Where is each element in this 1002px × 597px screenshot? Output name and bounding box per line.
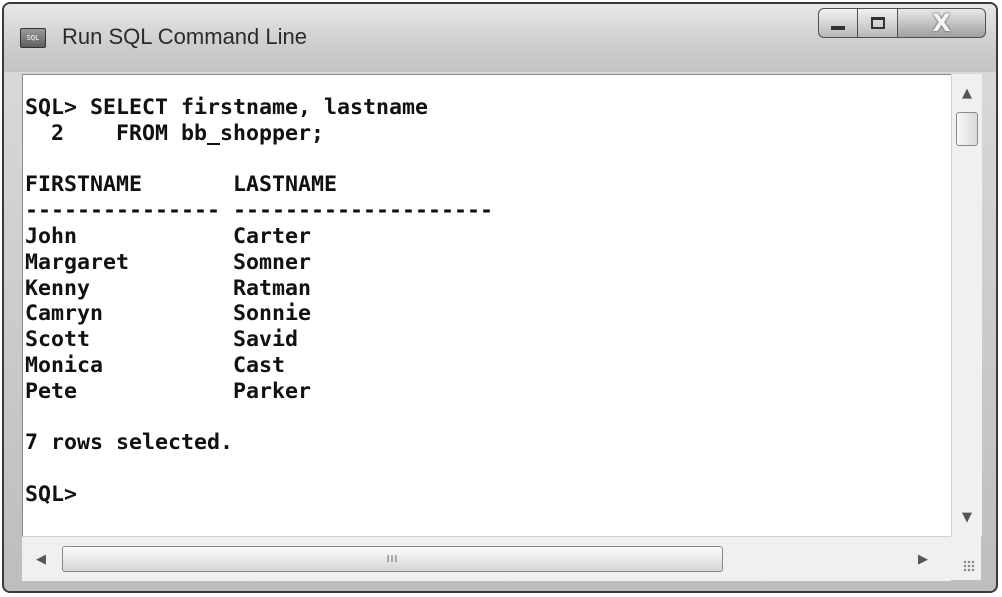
scroll-right-icon[interactable]: ▶ xyxy=(906,537,940,581)
resize-grip-icon xyxy=(963,560,975,572)
console-line: Monica Cast xyxy=(25,352,286,378)
vertical-scrollbar[interactable]: ▲ ▼ xyxy=(951,74,982,536)
console-line: --------------- -------------------- xyxy=(25,198,494,224)
maximize-button[interactable] xyxy=(858,8,898,38)
close-button[interactable]: X xyxy=(898,8,986,38)
window-title: Run SQL Command Line xyxy=(62,24,307,49)
horizontal-scroll-thumb[interactable]: III xyxy=(62,546,723,572)
console-line: SQL> SELECT firstname, lastname xyxy=(25,95,429,120)
resize-grip[interactable] xyxy=(951,536,981,580)
console-output[interactable]: SQL> SELECT firstname, lastname 2 FROM b… xyxy=(22,74,952,537)
scroll-down-icon[interactable]: ▼ xyxy=(952,500,982,534)
thumb-grip-icon: III xyxy=(386,553,399,565)
console-line: SQL> xyxy=(25,481,78,507)
maximize-icon xyxy=(870,17,885,29)
console-line: Scott Savid xyxy=(25,327,299,353)
console-line: FIRSTNAME LASTNAME xyxy=(25,172,338,198)
scroll-left-icon[interactable]: ◀ xyxy=(24,537,58,581)
console-text: SQL> SELECT firstname, lastname 2 FROM b… xyxy=(25,95,493,508)
scroll-up-icon[interactable]: ▲ xyxy=(952,76,982,110)
console-line: 2 FROM bb_shopper; xyxy=(25,120,325,146)
title-bar[interactable]: SQL Run SQL Command Line X xyxy=(4,4,996,72)
sql-command-line-window: SQL Run SQL Command Line X SQL> SELECT f… xyxy=(2,2,998,593)
console-line: 7 rows selected. xyxy=(25,430,234,456)
minimize-icon xyxy=(831,26,845,30)
minimize-button[interactable] xyxy=(818,8,858,38)
vertical-scroll-thumb[interactable] xyxy=(956,112,978,146)
close-icon: X xyxy=(932,9,951,37)
sql-app-icon[interactable]: SQL xyxy=(20,28,46,48)
console-line: Kenny Ratman xyxy=(25,275,312,301)
console-line: Pete Parker xyxy=(25,378,312,404)
console-line: Camryn Sonnie xyxy=(25,301,312,327)
horizontal-scrollbar[interactable]: ◀ III ▶ xyxy=(22,536,951,581)
console-line: John Carter xyxy=(25,223,312,249)
window-controls: X xyxy=(818,8,986,38)
console-line: Margaret Somner xyxy=(25,249,312,275)
